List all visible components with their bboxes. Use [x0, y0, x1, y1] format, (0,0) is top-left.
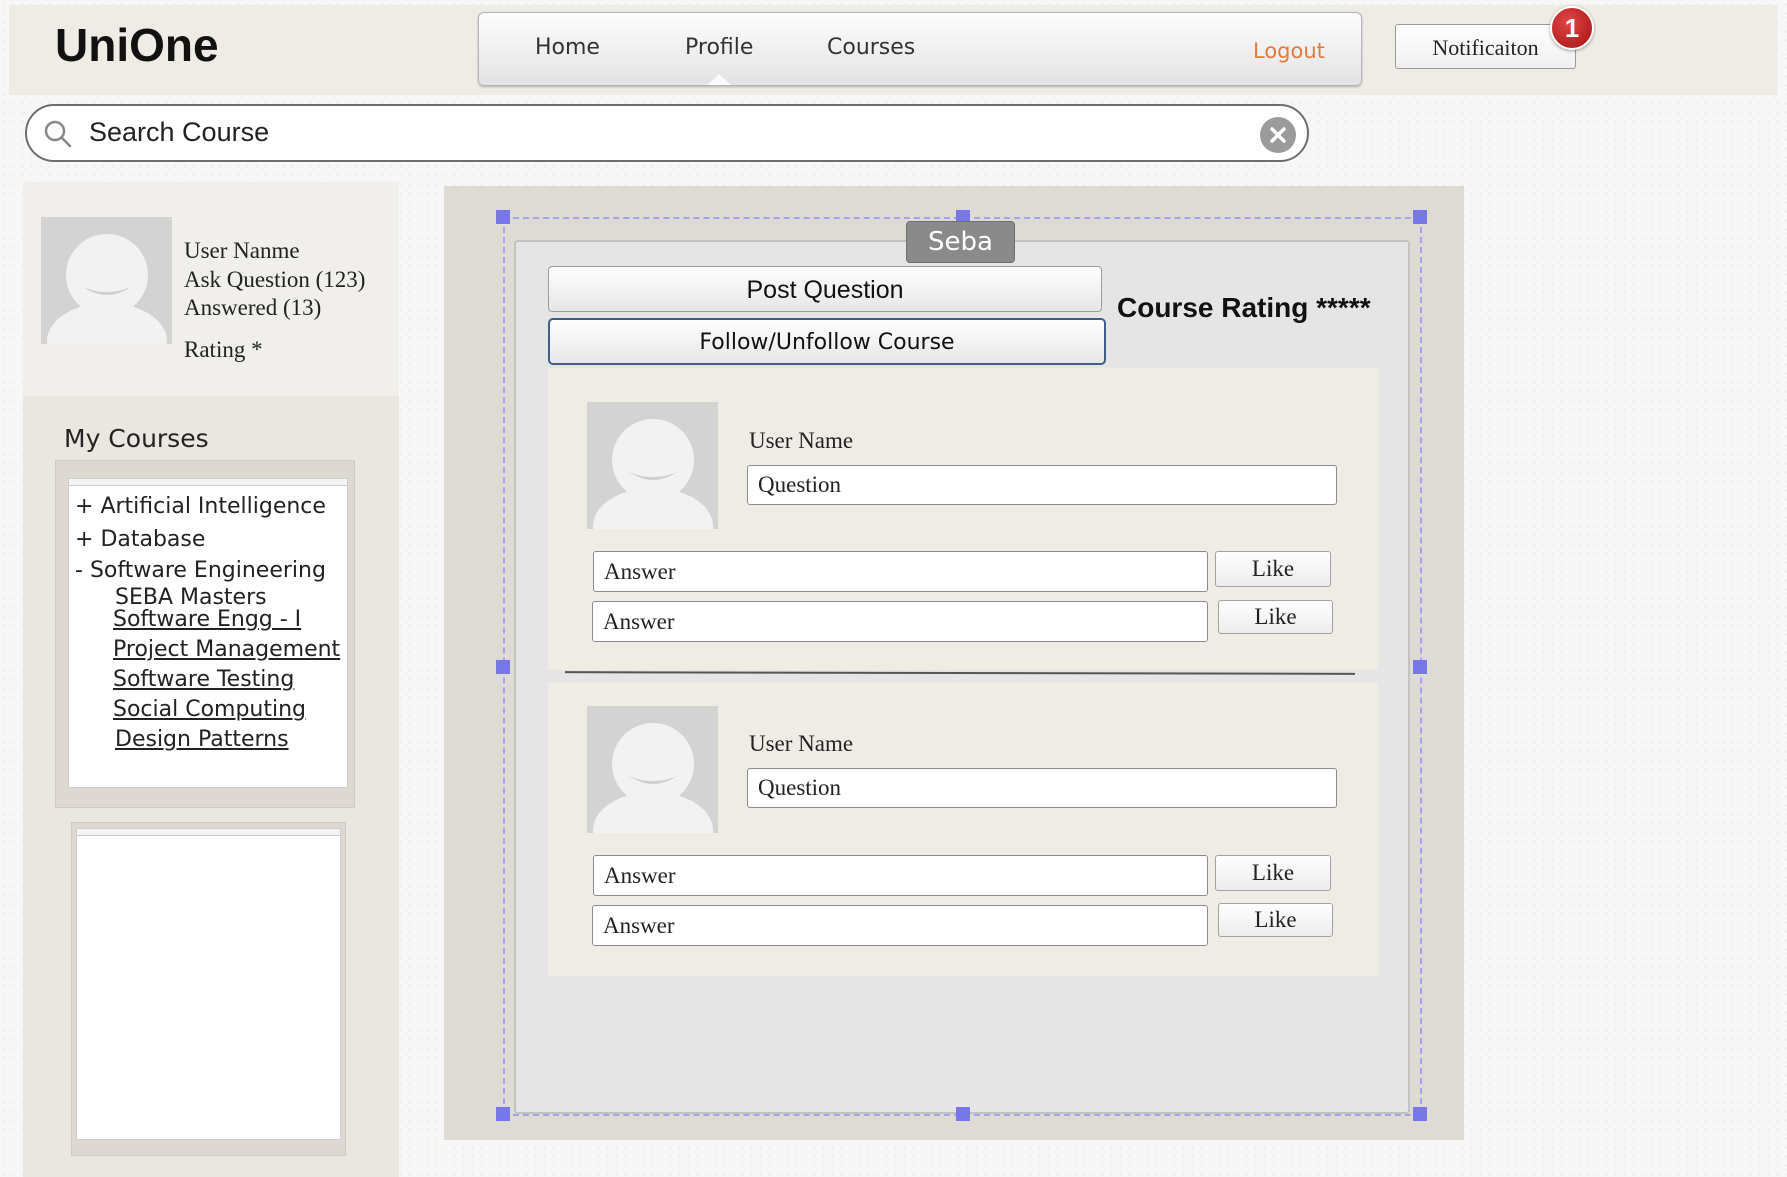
- secondary-panel: [76, 828, 341, 1140]
- course-label[interactable]: Database: [100, 527, 205, 552]
- answer-field[interactable]: Answer: [593, 855, 1208, 896]
- course-item-ai[interactable]: + Artificial Intelligence: [75, 494, 326, 519]
- post-username: User Name: [749, 428, 854, 453]
- profile-username: User Nanme: [184, 238, 300, 263]
- course-label[interactable]: Artificial Intelligence: [100, 494, 326, 519]
- nav-active-caret: [707, 74, 731, 85]
- user-avatar: [587, 706, 718, 833]
- profile-rating: Rating *: [184, 337, 263, 362]
- nav-courses[interactable]: Courses: [827, 35, 915, 60]
- nav-profile[interactable]: Profile: [685, 35, 753, 60]
- post-question-button[interactable]: Post Question: [548, 266, 1102, 312]
- question-field[interactable]: Question: [747, 768, 1337, 808]
- course-item-database[interactable]: + Database: [75, 527, 205, 552]
- notification-badge[interactable]: 1: [1550, 6, 1594, 50]
- like-button[interactable]: Like: [1218, 600, 1333, 634]
- follow-course-button[interactable]: Follow/Unfollow Course: [548, 318, 1106, 365]
- profile-avatar: [41, 217, 172, 344]
- sub-course-link[interactable]: Software Testing: [113, 667, 294, 692]
- resize-handle[interactable]: [956, 1107, 970, 1121]
- search-icon: [44, 120, 72, 148]
- expand-icon[interactable]: +: [75, 494, 93, 519]
- profile-ask-question: Ask Question (123): [184, 267, 366, 292]
- resize-handle[interactable]: [496, 660, 510, 674]
- answer-field[interactable]: Answer: [593, 551, 1208, 592]
- course-label[interactable]: Software Engineering: [90, 558, 326, 583]
- sub-course-link[interactable]: Social Computing: [113, 697, 306, 722]
- sub-course-link[interactable]: Software Engg - I: [113, 607, 301, 632]
- course-item-software-engineering[interactable]: - Software Engineering: [75, 558, 326, 583]
- clear-search-icon[interactable]: [1260, 117, 1296, 153]
- nav-home[interactable]: Home: [535, 35, 600, 60]
- answer-field[interactable]: Answer: [592, 905, 1208, 946]
- post-username: User Name: [749, 731, 854, 756]
- like-button[interactable]: Like: [1215, 855, 1331, 891]
- sub-course-link[interactable]: Project Management: [113, 637, 340, 662]
- resize-handle[interactable]: [496, 210, 510, 224]
- course-tab-label: Seba: [906, 221, 1015, 263]
- search-input[interactable]: Search Course: [89, 117, 269, 148]
- logout-link[interactable]: Logout: [1253, 39, 1325, 63]
- like-button[interactable]: Like: [1218, 903, 1333, 937]
- resize-handle[interactable]: [1413, 660, 1427, 674]
- answer-field[interactable]: Answer: [592, 601, 1208, 642]
- collapse-icon[interactable]: -: [75, 558, 83, 583]
- resize-handle[interactable]: [1413, 210, 1427, 224]
- search-bar[interactable]: Search Course: [25, 104, 1309, 162]
- expand-icon[interactable]: +: [75, 527, 93, 552]
- notification-button[interactable]: Notificaiton: [1395, 24, 1576, 69]
- user-avatar: [587, 402, 718, 529]
- profile-answered: Answered (13): [184, 295, 322, 320]
- like-button[interactable]: Like: [1215, 551, 1331, 587]
- question-field[interactable]: Question: [747, 465, 1337, 505]
- resize-handle[interactable]: [496, 1107, 510, 1121]
- sub-course-link[interactable]: Design Patterns: [115, 727, 289, 752]
- resize-handle[interactable]: [1413, 1107, 1427, 1121]
- top-nav: Home Profile Courses Logout: [478, 12, 1362, 86]
- brand-logo: UniOne: [55, 19, 219, 71]
- my-courses-title: My Courses: [64, 424, 209, 453]
- course-rating: Course Rating *****: [1117, 292, 1371, 323]
